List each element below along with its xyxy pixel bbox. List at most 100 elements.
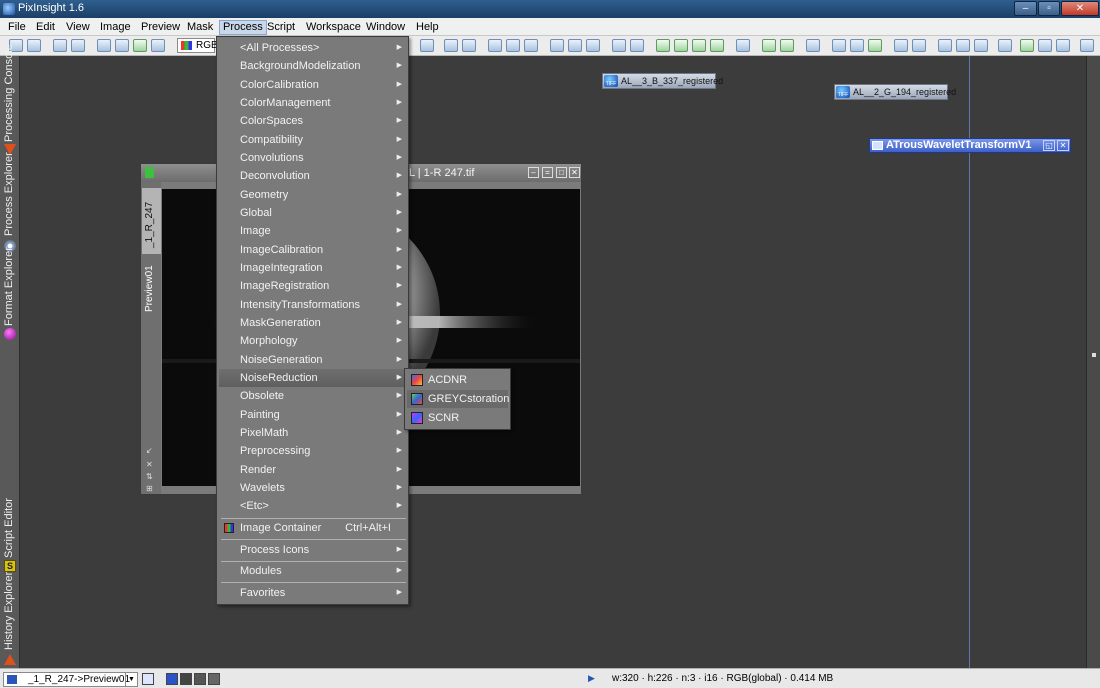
menu-item-convolutions[interactable]: Convolutions ▶ xyxy=(219,149,407,167)
duplicate-image-icon[interactable] xyxy=(71,39,85,52)
submenu-item-acdnr[interactable]: ACDNR xyxy=(407,371,508,389)
tile-icon[interactable] xyxy=(568,39,582,52)
redo-icon[interactable] xyxy=(27,39,41,52)
process-icon-d[interactable] xyxy=(832,39,846,52)
zoom-out-icon[interactable] xyxy=(462,39,476,52)
window-2-icon[interactable] xyxy=(630,39,644,52)
minimize-button[interactable]: – xyxy=(1014,1,1037,16)
tab-preview01[interactable]: Preview01 xyxy=(142,256,161,316)
view-selector[interactable]: _1_R_247->Preview01 ▼ xyxy=(3,672,138,687)
menu-item-backgroundmodelization[interactable]: BackgroundModelization ▶ xyxy=(219,57,407,75)
menu-item-colorspaces[interactable]: ColorSpaces ▶ xyxy=(219,112,407,130)
menu-image[interactable]: Image xyxy=(97,20,134,35)
menu-item-obsolete[interactable]: Obsolete ▶ xyxy=(219,387,407,405)
menu-item-modules[interactable]: Modules ▶ xyxy=(219,562,407,580)
dock-handle[interactable] xyxy=(1092,353,1096,357)
tab-main-view[interactable]: _1_R_247 xyxy=(142,188,161,254)
x-icon[interactable]: ✕ xyxy=(146,460,153,469)
channel-r-icon[interactable] xyxy=(180,673,192,685)
process-icon-m[interactable] xyxy=(1020,39,1034,52)
select-icon[interactable] xyxy=(736,39,750,52)
zoom-2-icon[interactable] xyxy=(524,39,538,52)
preview-icon[interactable] xyxy=(656,39,670,52)
process-icon-h[interactable] xyxy=(912,39,926,52)
process-icon-j[interactable] xyxy=(956,39,970,52)
menu-workspace[interactable]: Workspace xyxy=(303,20,364,35)
menu-edit[interactable]: Edit xyxy=(33,20,58,35)
menu-item-global[interactable]: Global ▶ xyxy=(219,204,407,222)
menu-item-geometry[interactable]: Geometry ▶ xyxy=(219,186,407,204)
menu-item-imageregistration[interactable]: ImageRegistration ▶ xyxy=(219,277,407,295)
menu-item-wavelets[interactable]: Wavelets ▶ xyxy=(219,479,407,497)
color-mode-select[interactable]: RGB xyxy=(177,38,218,53)
menu-mask[interactable]: Mask xyxy=(184,20,216,35)
channel-rgb-icon[interactable] xyxy=(166,673,178,685)
process-icon-n[interactable] xyxy=(1038,39,1052,52)
view-options-icon[interactable] xyxy=(142,673,154,685)
fit-view-icon[interactable] xyxy=(550,39,564,52)
menu-item-etc[interactable]: <Etc> ▶ xyxy=(219,497,407,515)
preview-2-icon[interactable] xyxy=(674,39,688,52)
menu-item-colormanagement[interactable]: ColorManagement ▶ xyxy=(219,94,407,112)
preview-3-icon[interactable] xyxy=(692,39,706,52)
dock-tab-process-explorer[interactable]: Process Explorer xyxy=(0,152,20,254)
iconize-icon[interactable]: = xyxy=(542,167,553,178)
play-icon[interactable]: ▶ xyxy=(588,673,595,684)
dock-tab-format-explorer[interactable]: Format Explorer xyxy=(0,247,20,344)
menu-item-deconvolution[interactable]: Deconvolution ▶ xyxy=(219,167,407,185)
process-icon-l[interactable] xyxy=(998,39,1012,52)
menu-process[interactable]: Process xyxy=(219,20,267,35)
menu-item-compatibility[interactable]: Compatibility ▶ xyxy=(219,131,407,149)
menu-item-imageintegration[interactable]: ImageIntegration ▶ xyxy=(219,259,407,277)
pointer-icon[interactable] xyxy=(420,39,434,52)
menu-window[interactable]: Window xyxy=(363,20,408,35)
menu-item-preprocessing[interactable]: Preprocessing ▶ xyxy=(219,442,407,460)
process-icon-i[interactable] xyxy=(938,39,952,52)
process-icon-b[interactable] xyxy=(780,39,794,52)
menu-item-process-icons[interactable]: Process Icons ▶ xyxy=(219,541,407,559)
menu-item-all-processes[interactable]: <All Processes> ▶ xyxy=(219,39,407,57)
zoom-in-icon[interactable] xyxy=(444,39,458,52)
process-icon-o[interactable] xyxy=(1056,39,1070,52)
channel-g-icon[interactable] xyxy=(194,673,206,685)
submenu-item-greycstoration[interactable]: GREYCstoration xyxy=(407,390,509,408)
image-icon-blue[interactable]: TIFF AL__3_B_337_registered xyxy=(602,73,723,89)
zoom-1-icon[interactable] xyxy=(506,39,520,52)
menu-item-render[interactable]: Render ▶ xyxy=(219,461,407,479)
process-icon-p[interactable] xyxy=(1080,39,1094,52)
process-icon-e[interactable] xyxy=(850,39,864,52)
cascade-icon[interactable] xyxy=(586,39,600,52)
grid-icon[interactable]: ⊞ xyxy=(146,484,153,493)
menu-view[interactable]: View xyxy=(63,20,93,35)
process-icon-c[interactable] xyxy=(806,39,820,52)
window-icon[interactable] xyxy=(612,39,626,52)
restore-icon[interactable]: ◱ xyxy=(1043,140,1055,151)
menu-item-painting[interactable]: Painting ▶ xyxy=(219,406,407,424)
menu-item-pixelmath[interactable]: PixelMath ▶ xyxy=(219,424,407,442)
menu-item-maskgeneration[interactable]: MaskGeneration ▶ xyxy=(219,314,407,332)
process-icon-g[interactable] xyxy=(894,39,908,52)
menu-item-intensitytransformations[interactable]: IntensityTransformations ▶ xyxy=(219,296,407,314)
preview-4-icon[interactable] xyxy=(710,39,724,52)
menu-item-morphology[interactable]: Morphology ▶ xyxy=(219,332,407,350)
color-channel-icon[interactable] xyxy=(115,39,129,52)
new-image-icon[interactable] xyxy=(53,39,67,52)
menu-item-image-container[interactable]: Image Container Ctrl+Alt+I xyxy=(219,519,407,537)
close-icon[interactable]: ✕ xyxy=(569,167,580,178)
submenu-item-scnr[interactable]: SCNR xyxy=(407,409,508,427)
menu-script[interactable]: Script xyxy=(264,20,298,35)
menu-item-image[interactable]: Image ▶ xyxy=(219,222,407,240)
process-icon-atrous[interactable]: ATrousWaveletTransformV1 ◱ ✕ xyxy=(869,138,1071,153)
channel-b-icon[interactable] xyxy=(208,673,220,685)
close-icon[interactable]: ✕ xyxy=(1057,140,1069,151)
maximize-icon[interactable]: □ xyxy=(556,167,567,178)
stf-icon[interactable] xyxy=(151,39,165,52)
menu-help[interactable]: Help xyxy=(413,20,442,35)
menu-file[interactable]: File xyxy=(5,20,29,35)
maximize-button[interactable]: ▫ xyxy=(1038,1,1060,16)
menu-item-noisereduction[interactable]: NoiseReduction ▶ xyxy=(219,369,407,387)
mask-icon[interactable] xyxy=(133,39,147,52)
channel-icon[interactable] xyxy=(97,39,111,52)
menu-item-favorites[interactable]: Favorites ▶ xyxy=(219,584,407,602)
process-icon-a[interactable] xyxy=(762,39,776,52)
